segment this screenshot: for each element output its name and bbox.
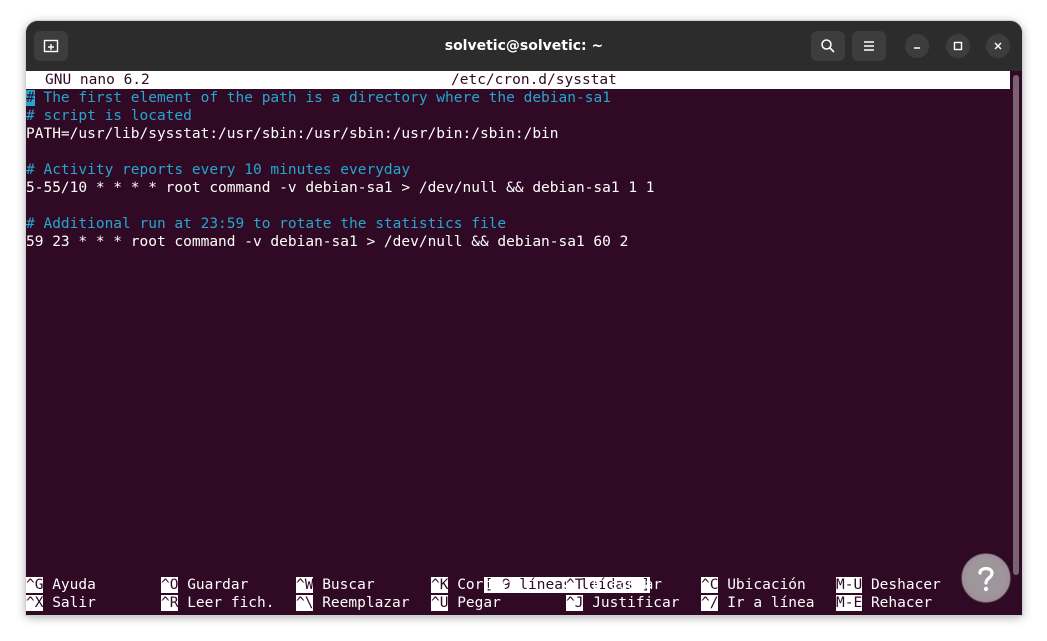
text-cursor: # bbox=[26, 90, 35, 106]
shortcut-label: Cortar bbox=[457, 577, 510, 593]
line-text: # Activity reports every 10 minutes ever… bbox=[26, 162, 411, 178]
nano-header: GNU nano 6.2 /etc/cron.d/sysstat bbox=[26, 71, 1010, 89]
shortcut-item[interactable]: ^C Ubicación bbox=[701, 576, 806, 594]
shortcut-key: ^\ bbox=[296, 595, 314, 611]
nano-filename: /etc/cron.d/sysstat bbox=[451, 72, 617, 88]
shortcut-label: Salir bbox=[52, 595, 96, 611]
shortcut-key: ^/ bbox=[701, 595, 719, 611]
editor-line[interactable]: 5-55/10 * * * * root command -v debian-s… bbox=[26, 179, 655, 197]
shortcut-gap bbox=[718, 595, 727, 611]
close-button[interactable] bbox=[986, 34, 1010, 58]
shortcut-item[interactable]: ^R Leer fich. bbox=[161, 594, 275, 612]
shortcut-gap bbox=[178, 577, 187, 593]
shortcut-key: ^J bbox=[566, 595, 584, 611]
editor-line[interactable]: # The first element of the path is a dir… bbox=[26, 89, 611, 107]
shortcut-item[interactable]: ^X Salir bbox=[26, 594, 96, 612]
terminal-content[interactable]: GNU nano 6.2 /etc/cron.d/sysstat # The f… bbox=[26, 71, 1010, 615]
shortcut-key: ^T bbox=[566, 577, 584, 593]
editor-line[interactable]: # Activity reports every 10 minutes ever… bbox=[26, 161, 410, 179]
menu-button[interactable] bbox=[852, 31, 886, 61]
shortcut-label: Ayuda bbox=[52, 577, 96, 593]
solvetic-logo-icon bbox=[961, 553, 1011, 603]
shortcut-gap bbox=[718, 577, 727, 593]
shortcut-key: ^X bbox=[26, 595, 44, 611]
shortcut-key: M-E bbox=[836, 595, 863, 611]
shortcut-key: ^C bbox=[701, 577, 719, 593]
shortcut-item[interactable]: ^G Ayuda bbox=[26, 576, 96, 594]
line-text: PATH=/usr/lib/sysstat:/usr/sbin:/usr/sbi… bbox=[26, 126, 559, 142]
shortcut-item[interactable]: ^U Pegar bbox=[431, 594, 501, 612]
title-bar: solvetic@solvetic: ~ bbox=[26, 21, 1022, 71]
menu-icon bbox=[864, 41, 874, 51]
shortcut-label: Ir a línea bbox=[727, 595, 815, 611]
scrollbar[interactable] bbox=[1010, 71, 1022, 615]
maximize-button[interactable] bbox=[946, 34, 970, 58]
shortcut-item[interactable]: M-E Rehacer bbox=[836, 594, 932, 612]
shortcut-label: Justificar bbox=[592, 595, 680, 611]
editor-line[interactable]: PATH=/usr/lib/sysstat:/usr/sbin:/usr/sbi… bbox=[26, 125, 559, 143]
shortcut-item[interactable]: ^/ Ir a línea bbox=[701, 594, 815, 612]
editor-line[interactable]: 59 23 * * * root command -v debian-sa1 >… bbox=[26, 233, 628, 251]
shortcut-key: ^K bbox=[431, 577, 449, 593]
shortcut-item[interactable]: ^\ Reemplazar bbox=[296, 594, 410, 612]
line-text: # Additional run at 23:59 to rotate the … bbox=[26, 216, 507, 232]
shortcut-gap bbox=[43, 577, 52, 593]
shortcut-key: ^U bbox=[431, 595, 449, 611]
shortcut-label: Ubicación bbox=[727, 577, 806, 593]
shortcut-gap bbox=[583, 577, 592, 593]
shortcut-key: ^R bbox=[161, 595, 179, 611]
shortcut-gap bbox=[583, 595, 592, 611]
shortcut-key: ^W bbox=[296, 577, 314, 593]
minimize-icon bbox=[914, 47, 920, 49]
maximize-icon bbox=[953, 41, 963, 51]
shortcut-gap bbox=[178, 595, 187, 611]
editor-line[interactable]: # Additional run at 23:59 to rotate the … bbox=[26, 215, 506, 233]
shortcut-gap bbox=[862, 577, 871, 593]
shortcut-label: Reemplazar bbox=[322, 595, 410, 611]
shortcut-label: Ejecutar bbox=[592, 577, 663, 593]
shortcut-label: Rehacer bbox=[870, 595, 933, 611]
shortcut-label: Guardar bbox=[187, 577, 249, 593]
shortcut-gap bbox=[313, 577, 322, 593]
shortcut-gap bbox=[862, 595, 871, 611]
shortcut-item[interactable]: M-U Deshacer bbox=[836, 576, 941, 594]
search-button[interactable] bbox=[811, 31, 845, 61]
shortcut-key: M-U bbox=[836, 577, 863, 593]
shortcut-label: Pegar bbox=[457, 595, 501, 611]
shortcut-gap bbox=[313, 595, 322, 611]
status-message: [ 9 líneas leídas ] bbox=[484, 577, 651, 593]
scrollbar-thumb[interactable] bbox=[1013, 75, 1019, 575]
shortcut-gap bbox=[448, 595, 457, 611]
shortcut-label: Buscar bbox=[322, 577, 375, 593]
shortcut-label: Deshacer bbox=[870, 577, 941, 593]
search-icon bbox=[821, 39, 835, 53]
shortcut-item[interactable]: ^O Guardar bbox=[161, 576, 248, 594]
line-text: 59 23 * * * root command -v debian-sa1 >… bbox=[26, 234, 629, 250]
shortcut-key: ^O bbox=[161, 577, 179, 593]
nano-version: GNU nano 6.2 bbox=[45, 72, 150, 88]
minimize-button[interactable] bbox=[905, 34, 929, 58]
line-text: 5-55/10 * * * * root command -v debian-s… bbox=[26, 180, 655, 196]
line-text: The first element of the path is a direc… bbox=[34, 90, 611, 106]
terminal-window: solvetic@solvetic: ~ GNU nano 6.2 /etc/c… bbox=[26, 21, 1022, 615]
shortcut-label: Leer fich. bbox=[187, 595, 275, 611]
shortcut-item[interactable]: ^W Buscar bbox=[296, 576, 375, 594]
shortcut-item[interactable]: ^J Justificar bbox=[566, 594, 680, 612]
editor-line[interactable]: # script is located bbox=[26, 107, 192, 125]
line-text: # script is located bbox=[26, 108, 192, 124]
close-icon bbox=[994, 42, 1002, 50]
shortcut-item[interactable]: ^K Cortar bbox=[431, 576, 510, 594]
shortcut-gap bbox=[43, 595, 52, 611]
shortcut-item[interactable]: ^T Ejecutar bbox=[566, 576, 662, 594]
shortcut-key: ^G bbox=[26, 577, 44, 593]
shortcut-gap bbox=[448, 577, 457, 593]
